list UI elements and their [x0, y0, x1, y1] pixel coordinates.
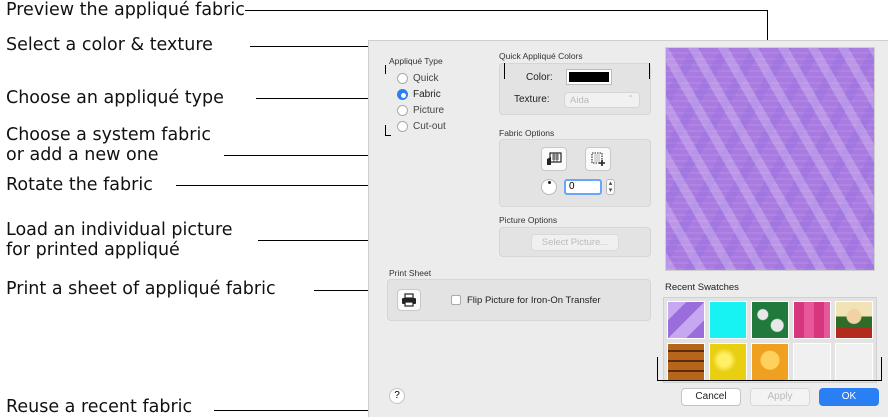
- bracket-swatches-right: [881, 357, 882, 381]
- fabric-options-title: Fabric Options: [499, 128, 555, 138]
- callout-load-picture: Load an individual picture: [6, 220, 233, 240]
- bracket-colors-right: [649, 63, 650, 79]
- color-swatch[interactable]: [566, 69, 612, 85]
- swatch-purple-diamond[interactable]: [667, 301, 705, 339]
- swatch-empty-2[interactable]: [835, 343, 873, 381]
- add-fabric-icon: [591, 152, 605, 166]
- select-picture-button[interactable]: Select Picture...: [531, 234, 619, 251]
- radio-picture-label: Picture: [413, 105, 445, 116]
- radio-fabric-label: Fabric: [413, 89, 441, 100]
- applique-type-title: Appliqué Type: [389, 56, 443, 66]
- leader-preview: [245, 10, 768, 11]
- radio-fabric[interactable]: Fabric: [397, 89, 441, 100]
- apply-button[interactable]: Apply: [750, 388, 810, 406]
- radio-picture-circle[interactable]: [397, 105, 408, 116]
- radio-cutout-label: Cut-out: [413, 121, 446, 132]
- callout-system-fabric: Choose a system fabric: [6, 125, 211, 145]
- cancel-button[interactable]: Cancel: [681, 388, 741, 406]
- texture-select-value: Aida: [570, 95, 590, 106]
- swatch-cyan[interactable]: [709, 301, 747, 339]
- fabric-options-group: [499, 139, 651, 207]
- swatch-empty-1[interactable]: [793, 343, 831, 381]
- callout-rotate: Rotate the fabric: [6, 175, 153, 195]
- fabric-library-icon: [547, 152, 562, 165]
- rotation-input[interactable]: 0: [564, 179, 602, 195]
- recent-swatches-grid: [663, 297, 877, 383]
- bracket-type-h: [385, 135, 391, 136]
- bracket-swatches-bottom: [657, 380, 882, 381]
- add-fabric-button[interactable]: [585, 147, 611, 171]
- bracket-swatches-left: [657, 357, 658, 381]
- texture-label: Texture:: [514, 94, 550, 105]
- ok-button[interactable]: OK: [819, 388, 879, 406]
- texture-select[interactable]: Aida ⌃: [564, 92, 640, 108]
- swatch-character[interactable]: [835, 301, 873, 339]
- help-label: ?: [394, 390, 400, 401]
- flip-label: Flip Picture for Iron-On Transfer: [467, 295, 601, 306]
- flip-checkbox[interactable]: [451, 295, 461, 305]
- rotate-dial-dot: [548, 181, 551, 184]
- system-fabric-button[interactable]: [541, 147, 567, 171]
- help-button[interactable]: ?: [389, 388, 405, 404]
- print-sheet-title: Print Sheet: [389, 268, 432, 278]
- swatch-green-pattern[interactable]: [751, 301, 789, 339]
- color-label: Color:: [526, 72, 553, 83]
- recent-swatches-title: Recent Swatches: [665, 282, 739, 293]
- rotation-stepper[interactable]: ▴ ▾: [606, 179, 615, 195]
- printer-icon: [402, 293, 416, 307]
- radio-quick-label: Quick: [413, 73, 439, 84]
- radio-cutout[interactable]: Cut-out: [397, 121, 446, 132]
- print-button[interactable]: [397, 289, 421, 311]
- rotation-value: 0: [569, 181, 575, 192]
- callout-recent: Reuse a recent fabric: [6, 397, 193, 417]
- callout-applique-type: Choose an appliqué type: [6, 88, 224, 108]
- bracket-type-top: [385, 65, 386, 74]
- radio-quick[interactable]: Quick: [397, 73, 439, 84]
- swatch-yellow-texture[interactable]: [709, 343, 747, 381]
- fabric-preview: [665, 47, 875, 271]
- picture-options-title: Picture Options: [499, 215, 558, 225]
- swatch-pink-pattern[interactable]: [793, 301, 831, 339]
- rotate-dial[interactable]: [541, 179, 557, 195]
- callout-color-texture: Select a color & texture: [6, 35, 213, 55]
- callout-system-fabric-2: or add a new one: [6, 145, 159, 165]
- callout-load-picture-2: for printed appliqué: [6, 240, 180, 260]
- swatch-brown-brick[interactable]: [667, 343, 705, 381]
- radio-fabric-circle[interactable]: [397, 89, 408, 100]
- bracket-colors-left: [504, 63, 505, 79]
- radio-quick-circle[interactable]: [397, 73, 408, 84]
- callout-preview: Preview the appliqué fabric: [6, 0, 245, 20]
- chevron-updown-icon: ⌃: [627, 94, 634, 103]
- quick-colors-title: Quick Appliqué Colors: [499, 51, 583, 61]
- leader-applique-type: [256, 98, 384, 99]
- swatch-orange-character[interactable]: [751, 343, 789, 381]
- callout-print-sheet: Print a sheet of appliqué fabric: [6, 279, 276, 299]
- radio-picture[interactable]: Picture: [397, 105, 444, 116]
- radio-cutout-circle[interactable]: [397, 121, 408, 132]
- applique-dialog: Appliqué Type Quick Fabric Picture Cut-o…: [368, 40, 888, 417]
